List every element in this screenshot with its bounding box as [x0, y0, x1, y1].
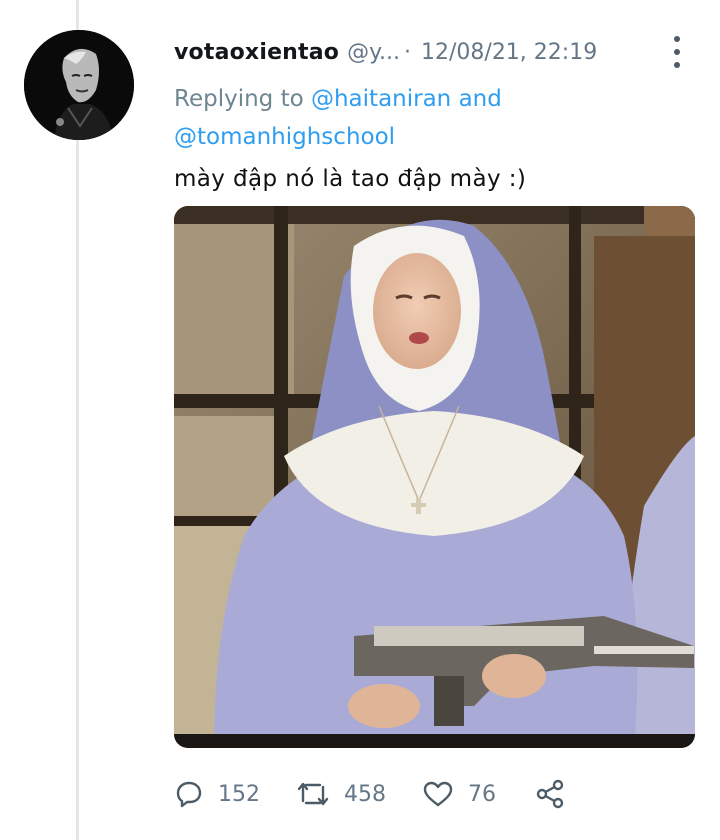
reply-count: 152 [218, 781, 260, 807]
replying-conjunction: and [458, 86, 502, 112]
reply-bubble-icon [176, 781, 202, 808]
display-name[interactable]: votaoxientao [174, 40, 339, 65]
like-button[interactable]: 76 [422, 779, 496, 809]
user-handle[interactable]: @y... [347, 40, 400, 65]
reply-button[interactable]: 152 [174, 779, 260, 809]
replying-to: Replying to @haitaniran and @tomanhighsc… [174, 80, 674, 156]
mention-link[interactable]: @tomanhighschool [174, 124, 395, 150]
avatar[interactable] [24, 30, 134, 140]
nun-photo [174, 206, 695, 748]
share-icon [536, 779, 564, 809]
avatar-illustration [24, 30, 134, 140]
like-count: 76 [468, 781, 496, 807]
retweet-count: 458 [344, 781, 386, 807]
retweet-button[interactable]: 458 [296, 779, 386, 809]
tweet-text: mày đập nó là tao đập mày :) [174, 166, 527, 192]
separator-dot: · [404, 39, 411, 65]
tweet-header: votaoxientao @y... · 12/08/21, 22:19 [174, 34, 694, 70]
replying-prefix: Replying to [174, 86, 304, 112]
tweet-actions: 152 458 76 [174, 772, 654, 816]
timestamp[interactable]: 12/08/21, 22:19 [421, 40, 597, 65]
tweet-media-image[interactable] [174, 206, 695, 748]
heart-icon [423, 781, 453, 807]
mention-link[interactable]: @haitaniran [311, 86, 451, 112]
retweet-icon [297, 782, 329, 806]
more-vertical-icon[interactable] [670, 36, 684, 68]
share-button[interactable] [534, 778, 566, 810]
